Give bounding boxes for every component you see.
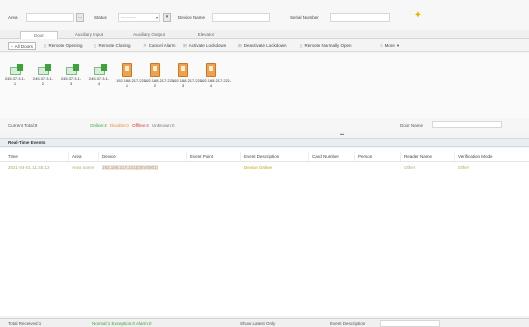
cancel-alarm-button[interactable]: ✕ Cancel Alarm xyxy=(143,42,176,50)
device-name-field[interactable] xyxy=(212,13,270,22)
cell-reader-name: Other xyxy=(404,165,416,170)
status-picker-button[interactable]: ▾ xyxy=(163,13,171,22)
door-device[interactable]: 245.37.3.1-4 xyxy=(88,63,110,86)
serial-number-label: Serial Number xyxy=(290,15,319,20)
events-grid: Time Area Device Event Point Event Descr… xyxy=(0,148,529,316)
show-latest-toggle[interactable]: Show Latest Only xyxy=(240,321,275,326)
col-card-number[interactable]: Card Number xyxy=(312,154,339,159)
table-row[interactable]: 2021-04-01 11:46:12 Area name 192.168.21… xyxy=(0,163,529,172)
door-offline-icon xyxy=(178,63,188,77)
door-device-label: 192.168.217.221-2 xyxy=(144,78,176,88)
cell-event-description: Device Online xyxy=(244,165,273,170)
doors-icon: ▪ xyxy=(11,44,13,49)
door-device[interactable]: 245.37.3.1-2 xyxy=(32,63,54,86)
event-legend: Normal:1 Exception:0 Alarm:0 xyxy=(92,321,152,326)
event-description-label: Event Description xyxy=(330,321,366,326)
tab-elevator[interactable]: Elevator xyxy=(184,31,228,39)
door-device-label: 192.168.217.221-4 xyxy=(200,78,232,88)
door-device-label: 245.37.3.1-2 xyxy=(32,76,54,86)
cell-verification-mode: Other xyxy=(458,165,470,170)
col-event-point[interactable]: Event Point xyxy=(190,154,213,159)
total-received: Total Received:1 xyxy=(8,321,42,326)
serial-number-field[interactable] xyxy=(330,13,390,22)
footer-bar: Total Received:1 Normal:1 Exception:0 Al… xyxy=(0,318,529,327)
cell-area: Area name xyxy=(72,165,95,170)
event-description-field[interactable] xyxy=(380,320,440,327)
grid-header: Time Area Device Event Point Event Descr… xyxy=(0,152,529,161)
search-icon[interactable]: ✦ xyxy=(411,10,425,22)
door-device-label: 245.37.3.1-1 xyxy=(4,76,26,86)
cell-time: 2021-04-01 11:46:12 xyxy=(8,165,50,170)
cell-device: 192.168.217.221(DEV0001) xyxy=(102,165,159,170)
chevron-down-icon: ▾ xyxy=(396,43,400,48)
remote-closing-button[interactable]: ▯ Remote Closing xyxy=(94,42,131,50)
area-field[interactable] xyxy=(26,13,74,22)
col-person[interactable]: Person xyxy=(358,154,372,159)
current-total: Current Total:8 xyxy=(8,123,38,128)
door-online-icon xyxy=(65,64,79,75)
activate-lockdown-button[interactable]: ⊞ Activate Lockdown xyxy=(183,42,226,50)
door-device[interactable]: 192.168.217.221-4 xyxy=(200,63,232,88)
panel-title: Real-Time Events xyxy=(0,138,529,147)
normally-open-icon: ▯ xyxy=(300,43,303,48)
door-device-label: 192.168.217.221-3 xyxy=(172,78,204,88)
status-value: ---------- xyxy=(121,15,136,20)
col-verification-mode[interactable]: Verification Mode xyxy=(458,154,493,159)
door-open-icon: ▯ xyxy=(44,43,47,48)
status-label: Status xyxy=(94,15,107,20)
door-device[interactable]: 192.168.217.221-3 xyxy=(172,63,204,88)
tab-bar: Door Auxiliary Input Auxiliary Output El… xyxy=(0,30,529,39)
door-device-label: 245.37.3.1-3 xyxy=(60,76,82,86)
legend-unknown: Unknown:0 xyxy=(152,123,175,128)
legend-disable: Disable:0 xyxy=(110,123,129,128)
door-device[interactable]: 245.37.3.1-1 xyxy=(4,63,26,86)
remote-opening-button[interactable]: ▯ Remote Opening xyxy=(44,42,83,50)
door-device-label: 245.37.3.1-4 xyxy=(88,76,110,86)
door-offline-icon xyxy=(206,63,216,77)
device-name-label: Device Name xyxy=(178,15,206,20)
door-offline-icon xyxy=(122,63,132,77)
col-time[interactable]: Time xyxy=(8,154,18,159)
area-picker-button[interactable]: … xyxy=(76,13,84,22)
door-device-label: 192.168.217.221-1 xyxy=(116,78,148,88)
door-device[interactable]: 192.168.217.221-2 xyxy=(144,63,176,88)
door-name-label: Door Name xyxy=(400,123,424,128)
header-divider xyxy=(0,161,529,162)
remote-normally-open-button[interactable]: ▯ Remote Normally Open xyxy=(300,42,352,50)
status-select[interactable]: ---------- ▾ xyxy=(118,13,160,22)
tab-auxiliary-input[interactable]: Auxiliary Input xyxy=(64,31,114,39)
door-device[interactable]: 192.168.217.221-1 xyxy=(116,63,148,88)
legend-online: Online:4 xyxy=(90,123,107,128)
all-doors-button[interactable]: ▪ All Doors xyxy=(8,42,36,50)
more-icon: ≡ xyxy=(380,43,383,48)
door-device[interactable]: 245.37.3.1-3 xyxy=(60,63,82,86)
door-online-icon xyxy=(9,64,23,75)
door-status-bar: Current Total:8 Online:4 Disable:0 Offli… xyxy=(0,118,529,132)
legend-offline: Offline:4 xyxy=(132,123,149,128)
lockdown-icon: ⊞ xyxy=(183,43,187,48)
col-event-description[interactable]: Event Description xyxy=(244,154,279,159)
col-device[interactable]: Device xyxy=(102,154,116,159)
door-device-area: 245.37.3.1-1 245.37.3.1-2 245.37.3.1-3 2… xyxy=(0,53,529,118)
chevron-down-icon: ▾ xyxy=(155,15,158,20)
tab-auxiliary-output[interactable]: Auxiliary Output xyxy=(120,31,178,39)
toolbar: ▪ All Doors ▯ Remote Opening ▯ Remote Closi… xyxy=(0,40,529,52)
area-label: Area xyxy=(8,15,18,20)
door-name-field[interactable] xyxy=(432,121,502,128)
deactivate-lockdown-button[interactable]: ⊞ Deactivate Lockdown xyxy=(238,42,287,50)
cancel-alarm-icon: ✕ xyxy=(143,43,147,48)
door-online-icon xyxy=(93,64,107,75)
col-reader-name[interactable]: Reader Name xyxy=(404,154,432,159)
door-offline-icon xyxy=(150,63,160,77)
col-area[interactable]: Area xyxy=(72,154,82,159)
door-close-icon: ▯ xyxy=(94,43,97,48)
tab-door[interactable]: Door xyxy=(20,31,58,39)
unlock-icon: ⊞ xyxy=(238,43,242,48)
door-online-icon xyxy=(37,64,51,75)
more-button[interactable]: ≡ More ▾ xyxy=(380,42,399,50)
collapse-handle[interactable]: ▬ xyxy=(340,131,344,136)
status-legend: Online:4 Disable:0 Offline:4 Unknown:0 xyxy=(90,123,177,128)
filter-bar: Area … Status ---------- ▾ ▾ Device Name… xyxy=(0,0,529,30)
